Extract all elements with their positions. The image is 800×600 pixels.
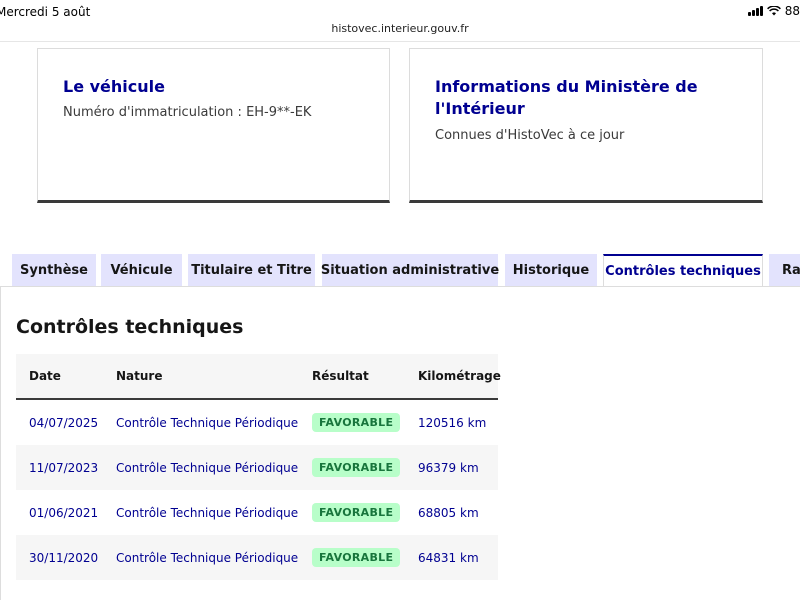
result-badge: FAVORABLE [312, 503, 401, 522]
section-title: Contrôles techniques [16, 316, 244, 338]
row-date: 04/07/2025 [29, 415, 99, 430]
vehicle-card: Le véhicule Numéro d'immatriculation : E… [37, 48, 390, 203]
tab-bar: Synthèse Véhicule Titulaire et Titre Sit… [0, 254, 800, 287]
status-bar: Mercredi 5 août 88 [0, 0, 800, 24]
header-date: Date [29, 369, 61, 383]
status-date: Mercredi 5 août [0, 5, 91, 19]
tab-label: Historique [512, 262, 590, 278]
row-mileage: 64831 km [418, 550, 479, 565]
row-nature: Contrôle Technique Périodique [116, 415, 299, 430]
row-mileage: 120516 km [418, 415, 487, 430]
registration-number: Numéro d'immatriculation : EH-9**-EK [63, 105, 312, 120]
status-indicators: 88 [747, 4, 800, 18]
table-row: 11/07/2023 Contrôle Technique Périodique… [16, 445, 498, 490]
row-mileage: 68805 km [418, 505, 479, 520]
tab-label: Contrôles techniques [605, 264, 761, 279]
tab-vehicule[interactable]: Véhicule [101, 254, 182, 286]
panel-border [0, 286, 1, 600]
cellular-signal-icon [747, 6, 763, 16]
result-badge: FAVORABLE [312, 548, 401, 567]
tab-label: Synthèse [20, 262, 88, 278]
result-badge: FAVORABLE [312, 413, 401, 432]
tab-label: Véhicule [110, 262, 173, 278]
row-nature: Contrôle Technique Périodique [116, 460, 299, 475]
technical-inspections-table: Date Nature Résultat Kilométrage 04/07/2… [16, 354, 501, 580]
toolbar-divider [0, 41, 800, 42]
header-nature: Nature [116, 369, 163, 383]
tab-rapport[interactable]: Rap [769, 254, 800, 286]
table-row: 30/11/2020 Contrôle Technique Périodique… [16, 535, 498, 580]
table-header: Date Nature Résultat Kilométrage [16, 354, 501, 400]
table-row: 01/06/2021 Contrôle Technique Périodique… [16, 490, 498, 535]
page: Mercredi 5 août 88 histovec.interieur.go… [0, 0, 800, 600]
ministry-card-subtitle: Connues d'HistoVec à ce jour [435, 128, 625, 143]
row-nature: Contrôle Technique Périodique [116, 505, 299, 520]
tab-titulaire-et-titre[interactable]: Titulaire et Titre [188, 254, 315, 286]
url-text: histovec.interieur.gouv.fr [331, 22, 469, 35]
result-badge: FAVORABLE [312, 458, 401, 477]
tab-historique[interactable]: Historique [505, 254, 597, 286]
wifi-icon [766, 6, 781, 16]
header-mileage: Kilométrage [418, 369, 501, 383]
row-mileage: 96379 km [418, 460, 479, 475]
address-bar[interactable]: histovec.interieur.gouv.fr [0, 22, 800, 40]
battery-level: 88 [784, 4, 800, 18]
tab-label: Situation administrative [320, 262, 500, 278]
row-date: 11/07/2023 [29, 460, 99, 475]
table-row: 04/07/2025 Contrôle Technique Périodique… [16, 400, 498, 445]
tab-controles-techniques[interactable]: Contrôles techniques [603, 254, 763, 287]
row-date: 30/11/2020 [29, 550, 99, 565]
row-nature: Contrôle Technique Périodique [116, 550, 299, 565]
tab-synthese[interactable]: Synthèse [12, 254, 96, 286]
ministry-card-title: Informations du Ministère de l'Intérieur [435, 77, 698, 118]
header-result: Résultat [312, 369, 369, 383]
row-date: 01/06/2021 [29, 505, 99, 520]
tab-label: Rap [782, 262, 800, 278]
vehicle-card-title: Le véhicule [63, 77, 165, 96]
tab-label: Titulaire et Titre [191, 262, 312, 278]
tab-bar-border [0, 286, 800, 287]
ministry-info-card: Informations du Ministère de l'Intérieur… [409, 48, 763, 203]
tab-situation-administrative[interactable]: Situation administrative [320, 254, 500, 286]
